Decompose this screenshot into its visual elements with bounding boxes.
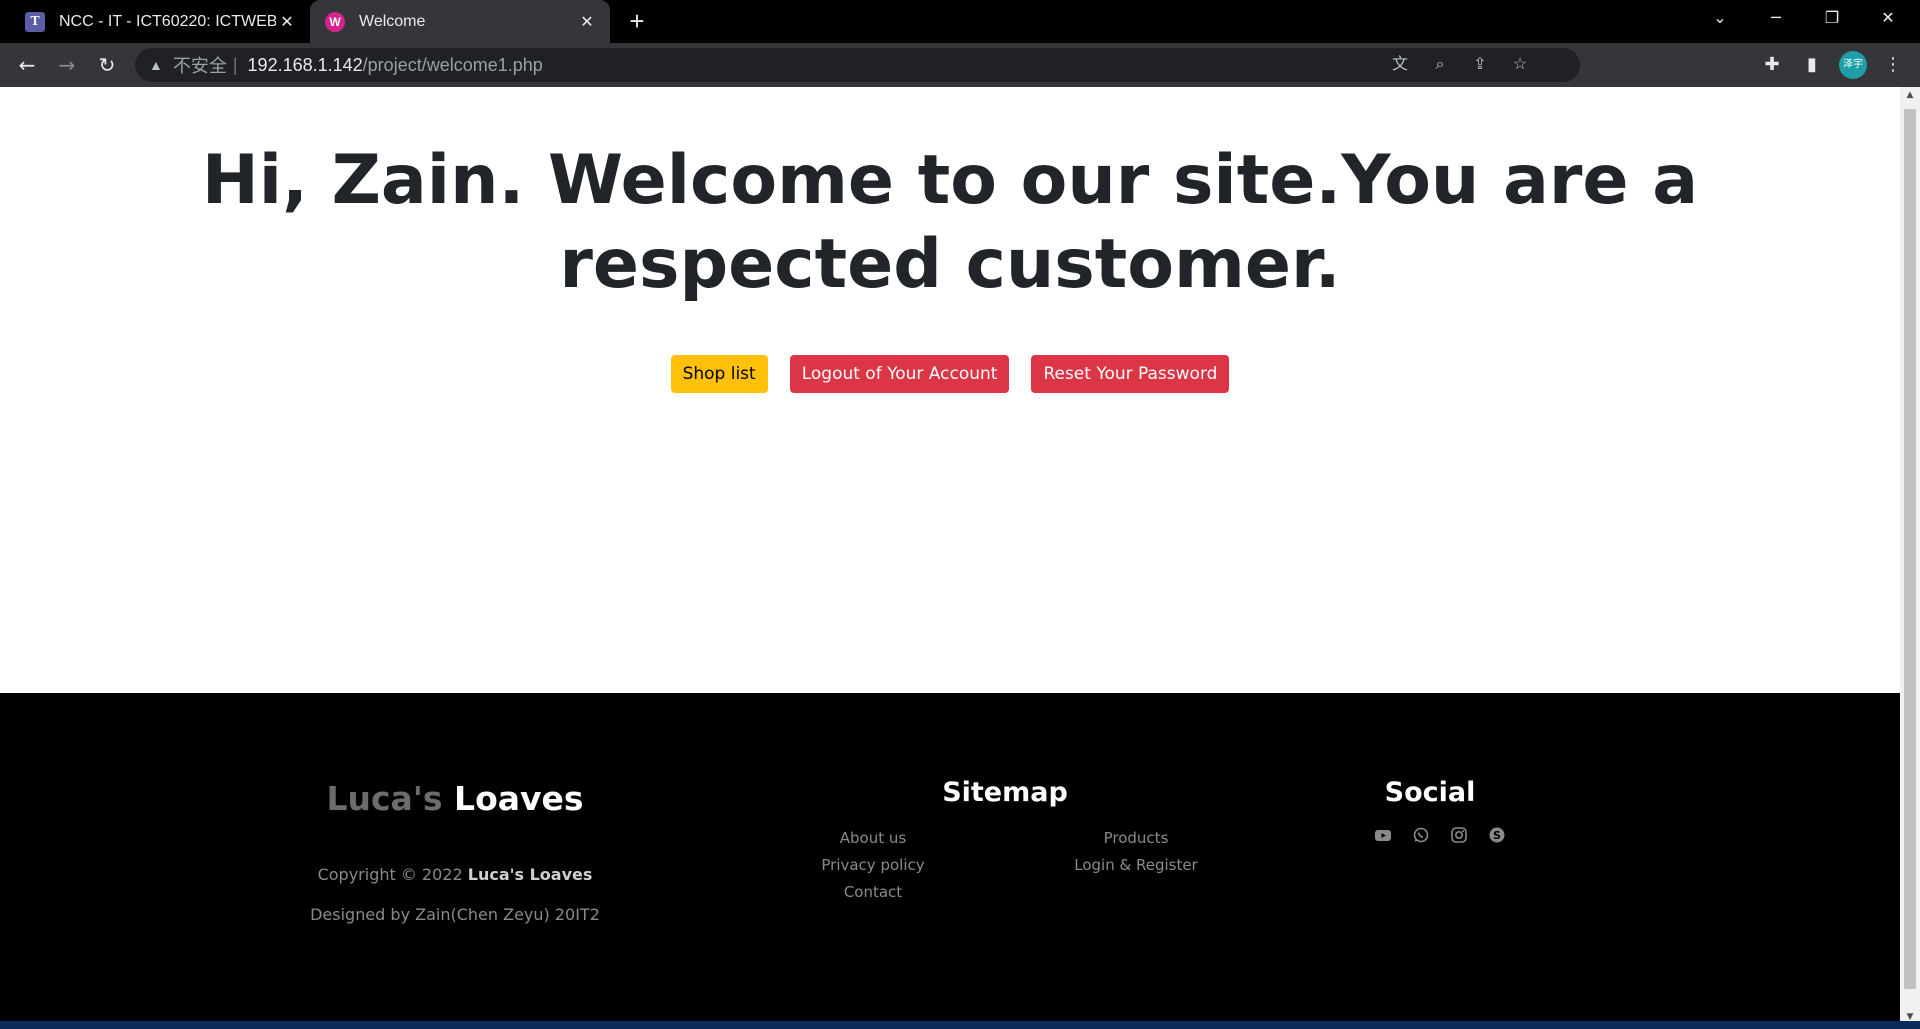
welcome-heading: Hi, Zain. Welcome to our site.You are a … <box>201 141 1699 304</box>
welcome-favicon-icon: W <box>325 11 345 32</box>
forward-icon[interactable]: → <box>52 50 82 80</box>
site-footer: Luca's Loaves Copyright © 2022 Luca's Lo… <box>0 693 1900 1029</box>
social-heading: Social <box>1384 777 1476 808</box>
bookmark-star-icon[interactable]: ☆ <box>1507 52 1533 78</box>
shop-list-button[interactable]: Shop list <box>670 355 768 393</box>
page-content: Hi, Zain. Welcome to our site.You are a … <box>0 87 1900 1029</box>
logout-button[interactable]: Logout of Your Account <box>789 355 1010 393</box>
copyright-name: Luca's Loaves <box>467 865 593 884</box>
new-tab-button[interactable]: + <box>622 6 652 36</box>
tab-title: Welcome <box>359 12 426 30</box>
browser-toolbar: ← → ↻ ▲ 不安全 | 192.168.1.142 /project/wel… <box>0 43 1920 87</box>
sitemap-heading: Sitemap <box>942 777 1068 808</box>
designed-by-text: Designed by Zain(Chen Zeyu) 20IT2 <box>310 905 600 924</box>
sitemap-link-contact[interactable]: Contact <box>803 883 943 901</box>
warning-icon[interactable]: ▲ <box>149 57 163 73</box>
sitemap-link-about[interactable]: About us <box>803 829 943 847</box>
ncc-favicon-icon: T <box>25 11 45 32</box>
footer-brand[interactable]: Luca's Loaves <box>0 779 910 818</box>
reload-icon[interactable]: ↻ <box>92 50 122 80</box>
whatsapp-icon[interactable] <box>1412 826 1430 844</box>
youtube-icon[interactable] <box>1374 826 1392 844</box>
brand-part-1: Luca's <box>326 779 443 818</box>
extensions-icon[interactable]: ✚ <box>1759 52 1785 78</box>
security-status[interactable]: 不安全 <box>173 52 227 78</box>
close-icon[interactable]: ✕ <box>576 12 598 32</box>
instagram-icon[interactable] <box>1450 826 1468 844</box>
share-icon[interactable]: ⇪ <box>1467 52 1493 78</box>
tab-title: NCC - IT - ICT60220: ICTWEB5 <box>59 12 276 30</box>
menu-icon[interactable]: ⋮ <box>1880 52 1906 78</box>
scrollbar-thumb[interactable] <box>1904 109 1916 989</box>
address-bar[interactable]: ▲ 不安全 | 192.168.1.142 /project/welcome1.… <box>135 48 1580 82</box>
taskbar-edge <box>0 1021 1920 1029</box>
tab-search-icon[interactable]: ⌄ <box>1692 0 1748 36</box>
tab-ncc[interactable]: T NCC - IT - ICT60220: ICTWEB5 ✕ <box>10 0 310 43</box>
tab-welcome[interactable]: W Welcome ✕ <box>310 0 610 43</box>
close-icon[interactable]: ✕ <box>276 12 298 32</box>
svg-text:S: S <box>1493 829 1501 842</box>
brand-part-2: Loaves <box>454 779 584 818</box>
sitemap-link-privacy[interactable]: Privacy policy <box>803 856 943 874</box>
address-separator: | <box>232 54 238 75</box>
translate-icon[interactable]: 文 <box>1387 52 1413 78</box>
restore-icon[interactable]: ❐ <box>1804 0 1860 36</box>
url-host[interactable]: 192.168.1.142 <box>248 55 363 76</box>
tab-strip: T NCC - IT - ICT60220: ICTWEB5 ✕ W Welco… <box>0 0 1920 43</box>
sitemap-link-login[interactable]: Login & Register <box>1056 856 1216 874</box>
zoom-icon[interactable]: ⌕ <box>1427 52 1453 78</box>
side-panel-icon[interactable]: ▮ <box>1799 52 1825 78</box>
window-close-icon[interactable]: ✕ <box>1860 0 1916 36</box>
scroll-up-icon[interactable]: ▲ <box>1900 90 1920 100</box>
action-buttons: Shop list Logout of Your Account Reset Y… <box>0 355 1900 393</box>
social-icons: S <box>1374 826 1506 844</box>
reset-password-button[interactable]: Reset Your Password <box>1031 355 1230 393</box>
copyright-prefix: Copyright © 2022 <box>317 865 463 884</box>
page-scrollbar[interactable]: ▲ ▼ <box>1900 87 1920 1029</box>
copyright-text: Copyright © 2022 Luca's Loaves <box>0 865 910 884</box>
back-icon[interactable]: ← <box>12 50 42 80</box>
skype-icon[interactable]: S <box>1488 826 1506 844</box>
url-path[interactable]: /project/welcome1.php <box>363 55 543 76</box>
minimize-icon[interactable]: ─ <box>1748 0 1804 36</box>
profile-avatar[interactable]: 泽宇 <box>1839 51 1867 79</box>
sitemap-link-products[interactable]: Products <box>1056 829 1216 847</box>
